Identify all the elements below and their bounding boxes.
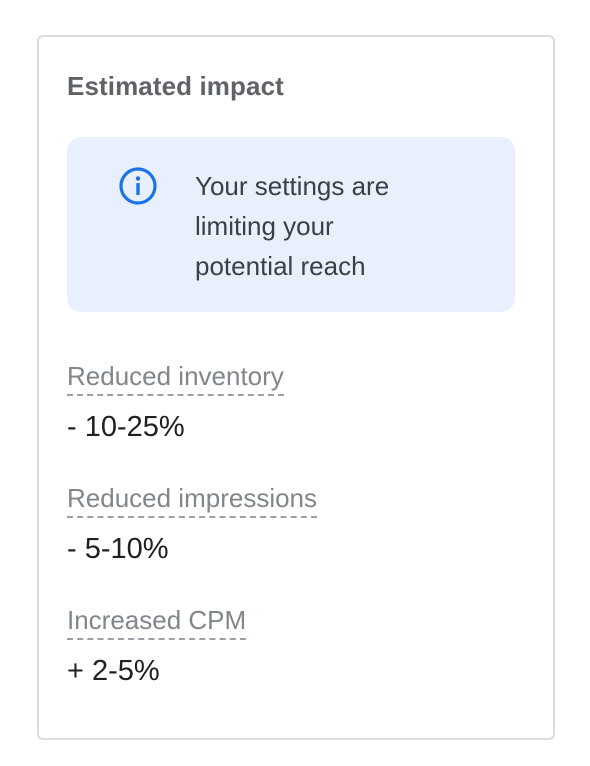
info-message-line: limiting your <box>195 211 334 241</box>
info-message-line: potential reach <box>195 251 366 281</box>
metric-label[interactable]: Reduced impressions <box>67 482 318 518</box>
info-message-line: Your settings are <box>195 171 390 201</box>
metric-value: - 10-25% <box>67 411 185 443</box>
info-message: Your settings are limiting your potentia… <box>195 166 475 286</box>
metric-label[interactable]: Reduced inventory <box>67 360 284 396</box>
metric-label[interactable]: Increased CPM <box>67 604 247 640</box>
info-icon <box>118 166 158 206</box>
info-banner: Your settings are limiting your potentia… <box>67 137 515 312</box>
metric-value: + 2-5% <box>67 655 160 687</box>
estimated-impact-card: Estimated impact Your settings are limit… <box>37 35 555 740</box>
metric-value: - 5-10% <box>67 533 169 565</box>
card-title: Estimated impact <box>67 71 284 101</box>
metric-increased-cpm: Increased CPM + 2-5% <box>67 604 247 688</box>
metric-reduced-inventory: Reduced inventory - 10-25% <box>67 360 284 444</box>
metric-reduced-impressions: Reduced impressions - 5-10% <box>67 482 318 566</box>
